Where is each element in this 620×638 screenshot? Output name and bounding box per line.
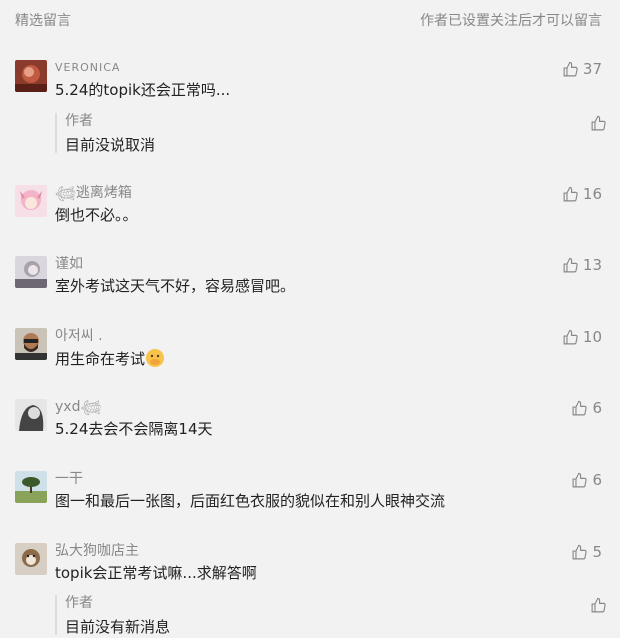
comment-text: topik会正常考试嘛...求解答啊 <box>55 564 257 582</box>
thumbs-up-icon <box>563 61 578 76</box>
featured-comments-title: 精选留言 <box>15 13 71 29</box>
thumbs-up-icon <box>573 400 588 415</box>
like-button[interactable]: 6 <box>571 399 602 417</box>
reply-like-button[interactable] <box>590 114 607 132</box>
comment-text: 用生命在考试 <box>55 348 165 369</box>
like-button[interactable]: 13 <box>562 256 602 274</box>
avatar[interactable] <box>15 60 47 92</box>
thumbs-up-icon <box>573 472 588 487</box>
commenter-name[interactable]: 아저씨 . <box>55 328 103 344</box>
like-button[interactable]: 16 <box>562 185 602 203</box>
reply-text: 目前没有新消息 <box>65 618 171 636</box>
avatar[interactable] <box>15 399 47 431</box>
author-reply: 作者 目前没有新消息 <box>55 595 607 636</box>
thumbs-up-icon <box>563 329 578 344</box>
like-count: 16 <box>582 185 602 203</box>
commenter-name[interactable]: 一干 <box>55 471 83 487</box>
like-count: 6 <box>592 471 602 489</box>
avatar[interactable] <box>15 185 47 217</box>
thumbs-up-icon <box>591 597 606 612</box>
like-button[interactable]: 6 <box>571 471 602 489</box>
comment-permission-note: 作者已设置关注后才可以留言 <box>420 13 602 29</box>
commenter-name[interactable]: VERONICA <box>55 60 120 76</box>
avatar[interactable] <box>15 328 47 360</box>
commenter-name[interactable]: 谨如 <box>55 256 83 272</box>
comments-header: 精选留言 作者已设置关注后才可以留言 <box>0 0 620 38</box>
like-count: 13 <box>582 256 602 274</box>
thumbs-up-icon <box>591 115 606 130</box>
like-button[interactable]: 10 <box>562 328 602 346</box>
comment-text: 5.24的topik还会正常吗... <box>55 81 231 99</box>
like-count: 6 <box>592 399 602 417</box>
like-count: 37 <box>582 60 602 78</box>
comment-text: 倒也不必。。 <box>55 206 138 224</box>
reply-like-button[interactable] <box>590 596 607 614</box>
avatar[interactable] <box>15 256 47 288</box>
thumbs-up-icon <box>563 186 578 201</box>
avatar[interactable] <box>15 543 47 575</box>
like-button[interactable]: 37 <box>562 60 602 78</box>
reply-author: 作者 <box>65 113 93 129</box>
like-count: 5 <box>592 543 602 561</box>
thumbs-up-icon <box>563 257 578 272</box>
hand-over-mouth-emoji-icon <box>146 349 165 367</box>
like-count: 10 <box>582 328 602 346</box>
commenter-name[interactable]: 𓆉逃离烤箱 <box>55 185 132 201</box>
commenter-name[interactable]: 弘大狗咖店主 <box>55 543 139 559</box>
comment-text: 5.24去会不会隔离14天 <box>55 420 213 438</box>
comment-text: 图一和最后一张图，后面红色衣服的貌似在和别人眼神交流 <box>55 492 446 510</box>
thumbs-up-icon <box>573 544 588 559</box>
comment-text-content: 用生命在考试 <box>55 350 146 368</box>
reply-text: 目前没说取消 <box>65 136 156 154</box>
comment-text: 室外考试这天气不好，容易感冒吧。 <box>55 277 296 295</box>
like-button[interactable]: 5 <box>571 543 602 561</box>
author-reply: 作者 目前没说取消 <box>55 113 607 154</box>
reply-author: 作者 <box>65 595 93 611</box>
avatar[interactable] <box>15 471 47 503</box>
commenter-name[interactable]: yxd𓆉 <box>55 399 101 415</box>
